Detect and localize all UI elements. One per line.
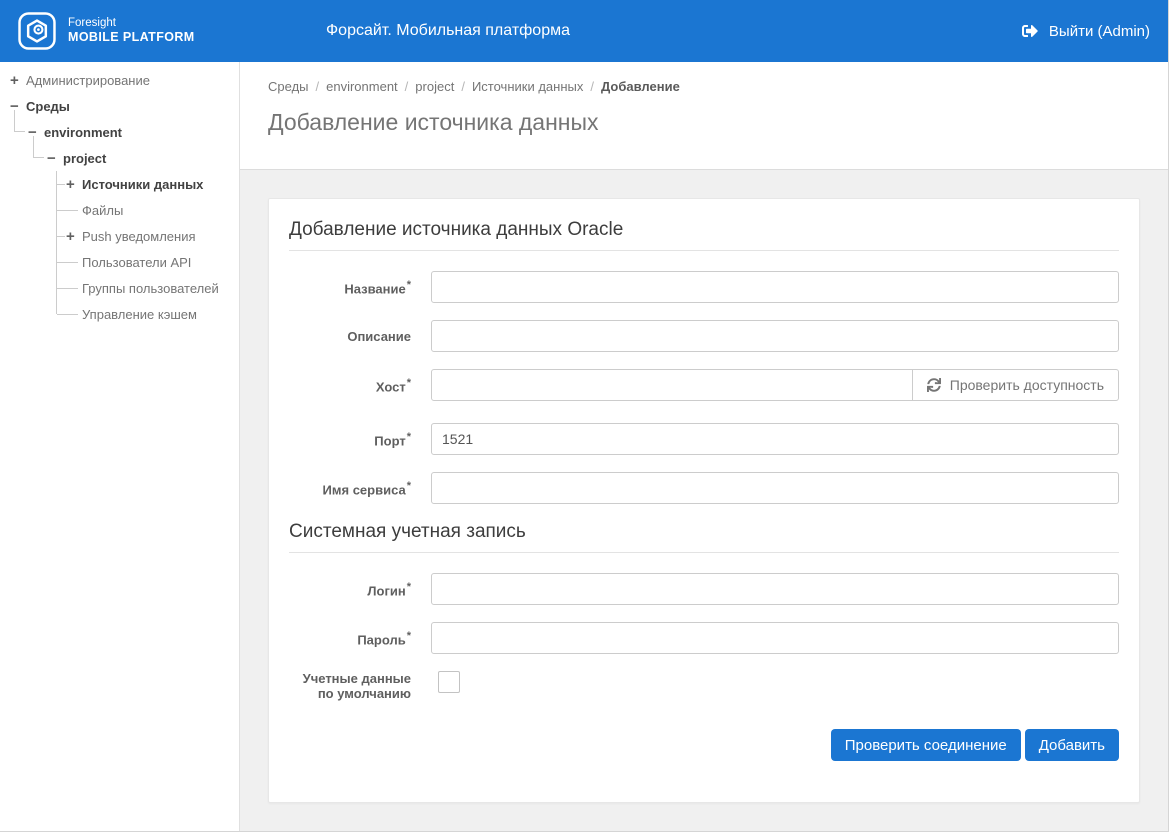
default-credentials-label: Учетные данные по умолчанию [289,671,411,701]
form-row-service-name: Имя сервиса* [289,472,1119,504]
name-input[interactable] [431,271,1119,303]
sidebar: + Администрирование − Среды − environmen… [0,62,240,831]
tree-connector [57,314,78,315]
tree-item-label: project [63,151,106,166]
host-input-group: Проверить доступность [431,369,1119,401]
check-availability-button[interactable]: Проверить доступность [912,369,1119,401]
required-asterisk: * [407,279,411,291]
default-credentials-checkbox[interactable] [438,671,460,693]
minus-icon[interactable]: − [28,125,44,140]
sidebar-item-user-groups[interactable]: Группы пользователей [0,275,239,301]
tree-connector [57,236,65,237]
required-asterisk: * [407,581,411,593]
brand-line1: Foresight [68,16,195,30]
password-label: Пароль* [289,629,411,647]
form-row-default-credentials: Учетные данные по умолчанию [289,671,1119,701]
check-availability-label: Проверить доступность [950,377,1104,393]
tree-item-label: Среды [26,99,70,114]
description-label: Описание [289,329,411,344]
add-button[interactable]: Добавить [1025,729,1119,761]
breadcrumb-current: Добавление [601,79,680,94]
sidebar-item-project[interactable]: − project [0,145,239,171]
breadcrumb-separator: / [405,79,409,94]
login-label: Логин* [289,580,411,598]
main-area: + Администрирование − Среды − environmen… [0,62,1168,831]
form-row-description: Описание [289,320,1119,352]
description-input[interactable] [431,320,1119,352]
form-row-port: Порт* [289,423,1119,455]
service-name-input[interactable] [431,472,1119,504]
host-label: Хост* [289,376,411,394]
logout-label: Выйти (Admin) [1049,23,1150,40]
tree-item-label: Источники данных [82,177,203,192]
brand-text: Foresight MOBILE PLATFORM [68,16,195,46]
breadcrumb-separator: / [590,79,594,94]
tree-item-label: Файлы [82,203,123,218]
app-window: Foresight MOBILE PLATFORM Форсайт. Мобил… [0,0,1169,832]
plus-icon[interactable]: + [10,73,26,88]
sidebar-item-environments[interactable]: − Среды [0,93,239,119]
brand: Foresight MOBILE PLATFORM [18,12,195,50]
logout-button[interactable]: Выйти (Admin) [1022,23,1150,40]
login-input[interactable] [431,573,1119,605]
refresh-icon [927,378,941,392]
form-section-title-system-account: Системная учетная запись [289,521,1119,553]
breadcrumb-item[interactable]: project [415,79,454,94]
service-name-label: Имя сервиса* [289,479,411,497]
form-row-name: Название* [289,271,1119,303]
breadcrumb-separator: / [461,79,465,94]
form-row-host: Хост* Проверить доступность [289,369,1119,401]
content-head: Среды / environment / project / Источник… [240,62,1168,170]
breadcrumb: Среды / environment / project / Источник… [268,79,1140,94]
name-label: Название* [289,278,411,296]
tree-connector [56,301,57,314]
content-body: Добавление источника данных Oracle Назва… [240,170,1168,831]
form-section-title-oracle: Добавление источника данных Oracle [289,219,1119,251]
required-asterisk: * [407,480,411,492]
tree-item-label: Push уведомления [82,229,196,244]
tree-item-label: environment [44,125,122,140]
sidebar-item-files[interactable]: Файлы [0,197,239,223]
tree-item-label: Администрирование [26,73,150,88]
sidebar-item-api-users[interactable]: Пользователи API [0,249,239,275]
add-datasource-form-card: Добавление источника данных Oracle Назва… [268,198,1140,803]
tree-connector [57,210,78,211]
sidebar-item-push-notifications[interactable]: + Push уведомления [0,223,239,249]
tree-connector [57,262,78,263]
form-row-password: Пароль* [289,622,1119,654]
app-header: Foresight MOBILE PLATFORM Форсайт. Мобил… [0,0,1168,62]
tree-item-label: Группы пользователей [82,281,219,296]
test-connection-button[interactable]: Проверить соединение [831,729,1021,761]
sidebar-item-data-sources[interactable]: + Источники данных [0,171,239,197]
minus-icon[interactable]: − [47,151,63,166]
form-row-login: Логин* [289,573,1119,605]
foresight-logo-icon [18,12,56,50]
required-asterisk: * [407,630,411,642]
password-input[interactable] [431,622,1119,654]
sidebar-item-administration[interactable]: + Администрирование [0,67,239,93]
required-asterisk: * [407,431,411,443]
breadcrumb-separator: / [316,79,320,94]
tree-connector [57,184,65,185]
plus-icon[interactable]: + [66,177,82,192]
form-actions: Проверить соединение Добавить [289,729,1119,761]
required-asterisk: * [407,377,411,389]
minus-icon[interactable]: − [10,99,26,114]
breadcrumb-item[interactable]: environment [326,79,398,94]
page-title: Добавление источника данных [268,109,1140,136]
brand-line2: MOBILE PLATFORM [68,30,195,46]
host-input[interactable] [431,369,913,401]
tree-item-label: Пользователи API [82,255,191,270]
port-input[interactable] [431,423,1119,455]
content: Среды / environment / project / Источник… [240,62,1168,831]
tree-item-label: Управление кэшем [82,307,197,322]
sidebar-item-cache-management[interactable]: Управление кэшем [0,301,239,327]
app-title: Форсайт. Мобильная платформа [326,22,570,40]
port-label: Порт* [289,430,411,448]
breadcrumb-item[interactable]: Источники данных [472,79,583,94]
tree-connector [57,288,78,289]
plus-icon[interactable]: + [66,229,82,244]
sign-out-icon [1022,23,1038,39]
breadcrumb-item[interactable]: Среды [268,79,309,94]
